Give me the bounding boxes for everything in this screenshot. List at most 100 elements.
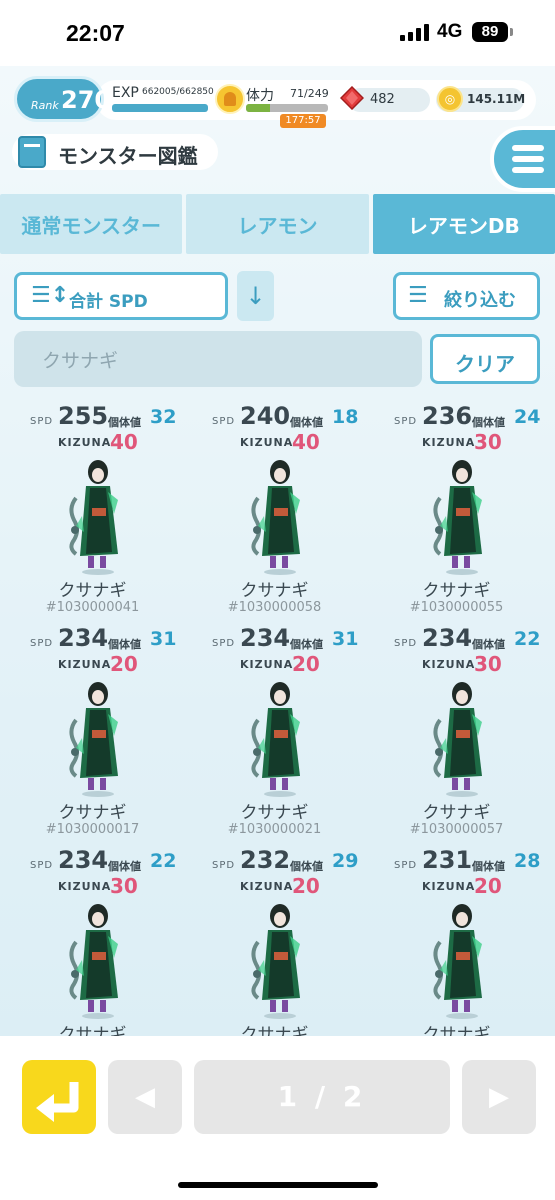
monster-card[interactable]: SPD 234 個体値 22 KIZUNA 30 クサナギ — [0, 844, 185, 1036]
clear-button[interactable]: クリア — [430, 334, 540, 384]
sort-icon: ☰↕ — [31, 283, 70, 308]
kizuna-label: KIZUNA — [240, 436, 294, 449]
rank-badge: Rank 270 — [14, 76, 111, 122]
monster-id: #1030000055 — [409, 600, 504, 615]
kizuna-label: KIZUNA — [422, 880, 476, 893]
spd-label: SPD — [212, 860, 236, 871]
monster-name: クサナギ — [240, 803, 309, 823]
kizuna-label: KIZUNA — [58, 658, 112, 671]
spd-value: 234 — [422, 624, 473, 652]
iv-value: 31 — [150, 628, 177, 650]
monster-id: #1030000017 — [45, 822, 140, 837]
prev-page-button[interactable]: ◀ — [108, 1060, 182, 1134]
signal-icon — [400, 24, 429, 41]
tab-raremon[interactable]: レアモン — [186, 194, 369, 254]
iv-value: 22 — [514, 628, 541, 650]
spd-value: 240 — [240, 402, 291, 430]
coin-icon: ◎ — [437, 86, 463, 112]
spd-label: SPD — [30, 638, 54, 649]
kizuna-label: KIZUNA — [240, 658, 294, 671]
search-input[interactable] — [14, 331, 422, 387]
monster-card[interactable]: SPD 240 個体値 18 KIZUNA 40 クサナギ #103000005… — [182, 400, 367, 622]
spd-value: 255 — [58, 402, 109, 430]
tab-normal-monsters[interactable]: 通常モンスター — [0, 194, 183, 254]
filter-icon: ☰ — [408, 283, 428, 308]
monster-name: クサナギ — [422, 1025, 491, 1036]
next-page-button[interactable]: ▶ — [462, 1060, 536, 1134]
iv-value: 31 — [332, 628, 359, 650]
monster-sprite — [251, 904, 300, 1019]
monster-id: #1030000021 — [227, 822, 322, 837]
rank-value: 270 — [61, 86, 112, 114]
iv-label: 個体値 — [108, 638, 141, 651]
iv-label: 個体値 — [290, 860, 323, 873]
sort-label: 合計 SPD — [69, 292, 148, 312]
iv-value: 18 — [332, 406, 359, 428]
stamina-icon — [215, 84, 245, 114]
monster-card[interactable]: SPD 232 個体値 29 KIZUNA 20 クサナギ — [182, 844, 367, 1036]
sort-button[interactable]: ☰↕ 合計 SPD — [14, 272, 228, 320]
iv-label: 個体値 — [290, 416, 323, 429]
iv-label: 個体値 — [472, 638, 505, 651]
back-button[interactable] — [22, 1060, 96, 1134]
monster-id: #1030000058 — [227, 600, 322, 615]
sort-direction-button[interactable]: ↓ — [237, 271, 274, 321]
iv-label: 個体値 — [290, 638, 323, 651]
monster-sprite — [69, 460, 118, 575]
kizuna-value: 30 — [474, 430, 502, 454]
filter-button[interactable]: ☰ 絞り込む — [393, 272, 540, 320]
book-icon — [18, 136, 46, 168]
monster-sprite — [251, 682, 300, 797]
monster-id: #1030000041 — [45, 600, 140, 615]
exp-progress-bar — [112, 104, 208, 112]
spd-label: SPD — [30, 860, 54, 871]
rank-label: Rank — [31, 99, 59, 112]
iv-value: 28 — [514, 850, 541, 872]
spd-value: 236 — [422, 402, 473, 430]
monster-name: クサナギ — [58, 803, 127, 823]
iv-label: 個体値 — [108, 416, 141, 429]
spd-value: 231 — [422, 846, 473, 874]
monster-card[interactable]: SPD 236 個体値 24 KIZUNA 30 クサナギ #103000005… — [364, 400, 549, 622]
status-bar: 22:07 4G 89 — [0, 0, 555, 66]
spd-value: 234 — [58, 624, 109, 652]
battery-icon: 89 — [472, 22, 508, 42]
monster-name: クサナギ — [422, 581, 491, 601]
tab-raremon-db[interactable]: レアモンDB — [372, 194, 555, 254]
monster-name: クサナギ — [58, 1025, 127, 1036]
monster-card[interactable]: SPD 234 個体値 31 KIZUNA 20 クサナギ #103000001… — [0, 622, 185, 844]
spd-value: 234 — [240, 624, 291, 652]
iv-value: 32 — [150, 406, 177, 428]
stamina-progress-fill — [246, 104, 270, 112]
kizuna-value: 30 — [474, 652, 502, 676]
monster-sprite — [69, 904, 118, 1019]
monster-id: #1030000057 — [409, 822, 504, 837]
spd-label: SPD — [212, 416, 236, 427]
iv-value: 24 — [514, 406, 541, 428]
kizuna-value: 40 — [292, 430, 320, 454]
page-indicator: 1 / 2 — [194, 1060, 450, 1134]
network-type: 4G — [437, 21, 463, 42]
stamina-value: 71/249 — [290, 87, 329, 100]
gem-value: 482 — [370, 92, 395, 107]
stamina-progress-bar — [246, 104, 328, 112]
filter-label: 絞り込む — [444, 290, 516, 311]
kizuna-value: 30 — [110, 874, 138, 898]
monster-card[interactable]: SPD 255 個体値 32 KIZUNA 40 クサナギ #103000004… — [0, 400, 185, 622]
menu-button[interactable] — [490, 126, 555, 192]
stamina-timer: 177:57 — [280, 114, 326, 128]
kizuna-label: KIZUNA — [240, 880, 294, 893]
kizuna-value: 20 — [292, 874, 320, 898]
monster-card[interactable]: SPD 231 個体値 28 KIZUNA 20 クサナギ — [364, 844, 549, 1036]
spd-label: SPD — [394, 416, 418, 427]
battery-tip — [510, 28, 513, 36]
kizuna-value: 20 — [474, 874, 502, 898]
monster-sprite — [433, 682, 482, 797]
iv-label: 個体値 — [472, 416, 505, 429]
monster-card[interactable]: SPD 234 個体値 31 KIZUNA 20 クサナギ #103000002… — [182, 622, 367, 844]
spd-value: 234 — [58, 846, 109, 874]
monster-name: クサナギ — [58, 581, 127, 601]
spd-label: SPD — [30, 416, 54, 427]
monster-card[interactable]: SPD 234 個体値 22 KIZUNA 30 クサナギ #103000005… — [364, 622, 549, 844]
monster-sprite — [433, 460, 482, 575]
